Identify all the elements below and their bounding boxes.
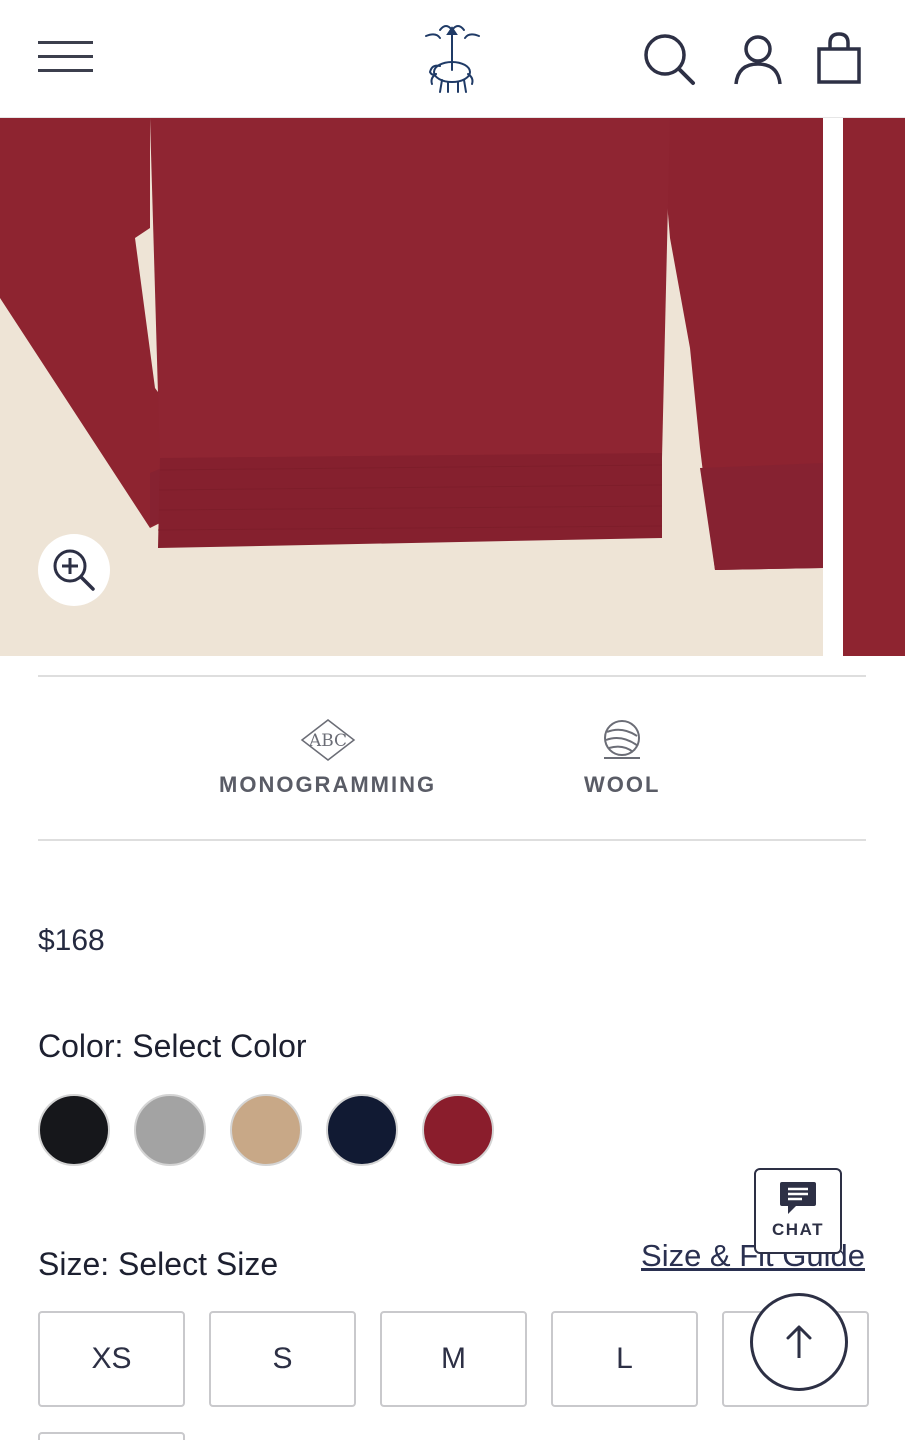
size-label: Size: — [38, 1246, 110, 1282]
zoom-in-icon — [53, 549, 95, 591]
feature-monogramming[interactable]: ABC MONOGRAMMING — [219, 718, 436, 798]
size-selector-label: Size: Select Size — [38, 1246, 278, 1283]
size-option-m[interactable]: M — [380, 1311, 527, 1407]
arrow-up-icon — [786, 1325, 812, 1358]
back-to-top-button[interactable] — [750, 1293, 848, 1391]
brand-logo[interactable] — [410, 16, 495, 101]
color-label: Color: — [38, 1028, 124, 1064]
size-option-next-row[interactable] — [38, 1432, 185, 1440]
account-icon[interactable] — [728, 30, 788, 90]
chat-bubble-icon — [780, 1182, 816, 1214]
chat-label: CHAT — [772, 1220, 824, 1239]
color-swatch-burgundy[interactable] — [422, 1094, 494, 1166]
color-swatches — [38, 1094, 494, 1166]
size-value: Select Size — [118, 1246, 279, 1282]
next-product-image-peek[interactable] — [843, 118, 905, 656]
product-price: $168 — [38, 924, 105, 957]
site-header — [0, 0, 905, 118]
color-value: Select Color — [132, 1028, 307, 1064]
color-swatch-black[interactable] — [38, 1094, 110, 1166]
zoom-button[interactable] — [38, 534, 110, 606]
color-swatch-grey[interactable] — [134, 1094, 206, 1166]
feature-label: MONOGRAMMING — [219, 772, 437, 797]
size-option-xs[interactable]: XS — [38, 1311, 185, 1407]
product-image[interactable] — [0, 118, 823, 656]
hamburger-menu-icon[interactable] — [38, 38, 94, 78]
svg-text:ABC: ABC — [308, 731, 347, 751]
feature-wool[interactable]: WOOL — [584, 718, 660, 798]
size-options: XS S M L — [38, 1311, 869, 1407]
monogram-abc-icon: ABC — [300, 719, 355, 761]
divider — [38, 675, 866, 677]
shopping-bag-icon[interactable] — [812, 30, 868, 90]
chat-button[interactable]: CHAT — [754, 1168, 842, 1254]
feature-label: WOOL — [584, 772, 661, 797]
divider — [38, 839, 866, 841]
size-option-l[interactable]: L — [551, 1311, 698, 1407]
color-swatch-camel[interactable] — [230, 1094, 302, 1166]
search-icon[interactable] — [640, 30, 700, 90]
yarn-ball-icon — [604, 720, 641, 759]
sweater-illustration — [0, 118, 823, 656]
size-option-s[interactable]: S — [209, 1311, 356, 1407]
product-image-gallery[interactable] — [0, 118, 905, 656]
color-swatch-navy[interactable] — [326, 1094, 398, 1166]
color-selector-label: Color: Select Color — [38, 1028, 307, 1065]
